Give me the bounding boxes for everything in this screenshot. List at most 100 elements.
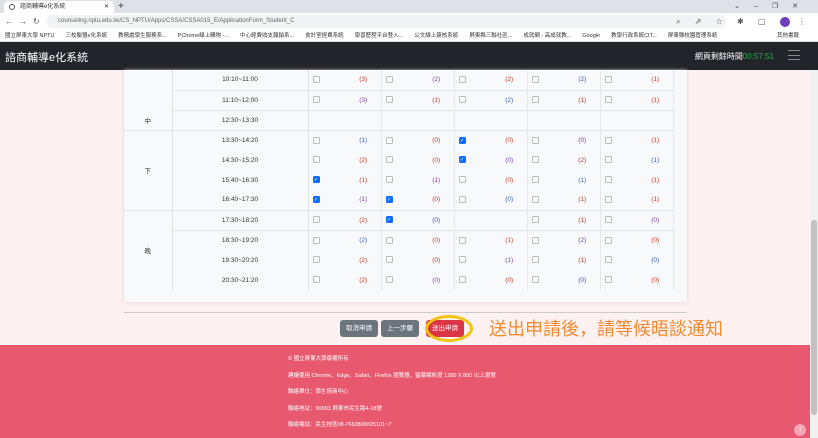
- booking-count: (1): [565, 170, 601, 190]
- bookmark-item[interactable]: 屏東縣三聯社區...: [469, 33, 512, 39]
- slot-checkbox[interactable]: [458, 276, 466, 284]
- checkbox-cell: [600, 129, 638, 150]
- bookmark-item[interactable]: Google: [582, 33, 600, 39]
- slot-checkbox[interactable]: [385, 136, 393, 144]
- slot-checkbox[interactable]: [458, 76, 466, 84]
- slot-checkbox[interactable]: [385, 76, 393, 84]
- booking-count: (1): [638, 170, 674, 190]
- time-slot: 17:30~18:20: [171, 209, 309, 230]
- schedule-row: 14:30~15:20 (2) (0) ✓ (0) (2) (1): [124, 150, 674, 170]
- slot-checkbox[interactable]: [604, 176, 612, 184]
- scrollbar-thumb[interactable]: [811, 220, 817, 415]
- slot-checkbox[interactable]: [312, 276, 320, 284]
- slot-checkbox[interactable]: [458, 96, 466, 104]
- checkbox-cell: [527, 250, 565, 270]
- booking-count: (1): [638, 190, 674, 210]
- slot-checkbox[interactable]: [312, 256, 320, 264]
- slot-checkbox[interactable]: ✓: [385, 216, 393, 224]
- slot-checkbox[interactable]: [312, 76, 320, 84]
- slot-checkbox[interactable]: ✓: [312, 196, 320, 204]
- bookmark-item[interactable]: 中心經費收支報銷系...: [240, 33, 294, 39]
- slot-checkbox[interactable]: [604, 156, 612, 164]
- slot-checkbox[interactable]: [531, 196, 539, 204]
- toolbar-icons[interactable]: ⌕ ⇗ ☆ ✱ ▢ ⋮: [676, 15, 812, 28]
- slot-checkbox[interactable]: [385, 156, 393, 164]
- bookmark-item[interactable]: 會計室經費系統: [305, 33, 344, 39]
- window-controls[interactable]: ⌄–❐✕: [734, 0, 812, 13]
- footer-address: 聯絡地址：90003 屏東市民生路4-18號: [288, 406, 382, 412]
- bookmark-item[interactable]: 三校聯盟e化系統: [66, 33, 108, 39]
- url-input[interactable]: counseling.nptu.edu.tw/CS_NPTU/Apps/CSSA…: [46, 15, 726, 28]
- checkbox-cell: [527, 270, 565, 290]
- close-tab-icon[interactable]: ✕: [104, 1, 109, 13]
- avatar[interactable]: [779, 16, 790, 27]
- slot-checkbox[interactable]: [531, 176, 539, 184]
- slot-checkbox[interactable]: [604, 196, 612, 204]
- bookmark-item[interactable]: 教學行政系統CIT...: [611, 33, 657, 39]
- slot-checkbox[interactable]: [312, 216, 320, 224]
- slot-checkbox[interactable]: [604, 256, 612, 264]
- menu-icon[interactable]: [788, 50, 800, 60]
- slot-checkbox[interactable]: [531, 156, 539, 164]
- bookmark-item[interactable]: 學習歷程平台登入...: [355, 33, 404, 39]
- slot-checkbox[interactable]: [531, 96, 539, 104]
- slot-checkbox[interactable]: [604, 216, 612, 224]
- bookmark-item[interactable]: 其他書籤: [777, 30, 799, 42]
- cancel-button[interactable]: 取消申請: [340, 320, 378, 337]
- slot-checkbox[interactable]: [531, 256, 539, 264]
- scrollbar[interactable]: [810, 70, 818, 438]
- booking-count: (0): [492, 150, 528, 170]
- slot-checkbox[interactable]: [604, 136, 612, 144]
- slot-checkbox[interactable]: [604, 76, 612, 84]
- checkbox-cell: [527, 229, 565, 250]
- slot-checkbox[interactable]: [604, 96, 612, 104]
- slot-checkbox[interactable]: [312, 96, 320, 104]
- slot-checkbox[interactable]: ✓: [458, 136, 466, 144]
- slot-checkbox[interactable]: [531, 276, 539, 284]
- bookmark-item[interactable]: 成就網 - 高成就教...: [523, 33, 571, 39]
- bookmark-item[interactable]: 教務處學生服務系...: [118, 33, 167, 39]
- slot-checkbox[interactable]: [385, 236, 393, 244]
- browser-tab[interactable]: 諮商輔導e化系統 ✕: [4, 1, 114, 13]
- slot-checkbox[interactable]: [531, 76, 539, 84]
- empty-cell: [492, 209, 528, 230]
- slot-checkbox[interactable]: [312, 236, 320, 244]
- slot-checkbox[interactable]: ✓: [458, 156, 466, 164]
- schedule-row: 下 13:30~14:20 (1) (0) ✓ (0) (0) (1): [124, 129, 674, 210]
- annotation-text: 送出申請後，請等候晤談通知: [489, 319, 723, 339]
- booking-count: (3): [346, 89, 382, 110]
- slot-checkbox[interactable]: [458, 196, 466, 204]
- slot-checkbox[interactable]: [531, 236, 539, 244]
- slot-checkbox[interactable]: [458, 176, 466, 184]
- slot-checkbox[interactable]: [312, 156, 320, 164]
- booking-count: (1): [638, 70, 674, 90]
- slot-checkbox[interactable]: [604, 236, 612, 244]
- footer-copyright: © 國立屏東大學版權所有: [288, 356, 349, 362]
- new-tab-icon[interactable]: +: [118, 0, 124, 13]
- checkbox-cell: [454, 250, 492, 270]
- bookmark-item[interactable]: PChome線上購物 -...: [178, 33, 229, 39]
- bookmark-item[interactable]: 國立屏東大學 NPTU: [5, 33, 55, 39]
- scroll-top-icon[interactable]: ↑: [794, 424, 806, 436]
- time-slot: 11:10~12:00: [171, 89, 309, 110]
- slot-checkbox[interactable]: [458, 236, 466, 244]
- booking-count: (1): [565, 209, 601, 230]
- slot-checkbox[interactable]: [385, 256, 393, 264]
- slot-checkbox[interactable]: [531, 216, 539, 224]
- slot-checkbox[interactable]: [531, 136, 539, 144]
- timer-value: 00:57:51: [742, 52, 774, 61]
- slot-checkbox[interactable]: [385, 276, 393, 284]
- bookmark-item[interactable]: 公文線上簽核系統: [414, 33, 458, 39]
- slot-checkbox[interactable]: [458, 256, 466, 264]
- bookmark-item[interactable]: 屏東縣校園管理系統: [668, 33, 718, 39]
- brand[interactable]: 諮商輔導e化系統: [5, 49, 88, 65]
- slot-checkbox[interactable]: [312, 136, 320, 144]
- back-button[interactable]: 上一步驟: [381, 320, 419, 337]
- slot-checkbox[interactable]: ✓: [312, 176, 320, 184]
- slot-checkbox[interactable]: ✓: [385, 196, 393, 204]
- period-label: 下: [124, 129, 172, 210]
- nav-buttons[interactable]: ←→↻: [5, 15, 46, 28]
- slot-checkbox[interactable]: [385, 176, 393, 184]
- slot-checkbox[interactable]: [385, 96, 393, 104]
- slot-checkbox[interactable]: [604, 276, 612, 284]
